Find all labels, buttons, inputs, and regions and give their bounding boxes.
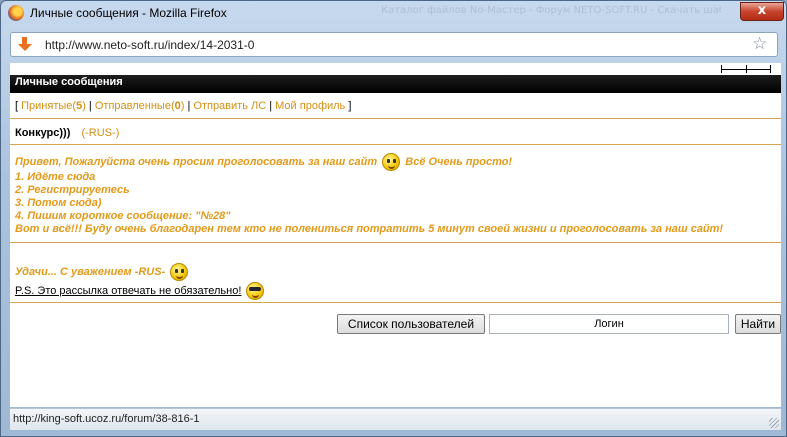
status-bar: http://king-soft.ucoz.ru/forum/38-816-1 — [10, 408, 781, 430]
message-text: Всё Очень просто! — [405, 155, 513, 168]
message-step: 1. Идёте сюда — [15, 171, 96, 183]
subject-author-link[interactable]: (-RUS-) — [81, 127, 119, 139]
status-url: http://king-soft.ucoz.ru/forum/38-816-1 — [13, 413, 200, 425]
user-list-button[interactable]: Список пользователей — [337, 314, 485, 334]
browser-window: Личные сообщения - Mozilla Firefox Катал… — [0, 0, 787, 437]
message-step: 3. Потом сюда) — [15, 197, 102, 209]
nav-send-link[interactable]: Отправить ЛС — [193, 100, 266, 112]
regards-text: Удачи... С уважением -RUS- — [15, 265, 166, 278]
page-content: Личные сообщения [ Принятые(5) | Отправл… — [10, 63, 781, 407]
message-regards: Удачи... С уважением -RUS- — [15, 263, 190, 281]
smiley-icon — [382, 153, 401, 171]
nav-inbox-label: Принятые — [21, 100, 73, 112]
nav-profile-link[interactable]: Мой профиль — [275, 100, 345, 112]
divider — [10, 302, 781, 303]
message-subject: Конкурс))) (-RUS-) — [15, 127, 119, 139]
message-closing: Вот и всё!!! Буду очень благодарен тем к… — [15, 223, 724, 235]
background-window-text: Каталог файлов No-Мастер - Форум NETO-SO… — [381, 5, 721, 16]
nav-separator: | — [85, 100, 95, 112]
ps-line: P.S. Это рассылка отвечать не обязательн… — [15, 282, 266, 300]
message-text: Привет, Пожалуйста очень просим проголос… — [15, 155, 378, 168]
window-title: Личные сообщения - Mozilla Firefox — [30, 6, 227, 20]
message-step: 2. Регистрируетесь — [15, 184, 130, 196]
close-window-button[interactable]: x — [740, 2, 784, 21]
download-arrow-icon — [17, 36, 33, 52]
nav-inbox-count: 5 — [76, 100, 83, 112]
resize-handle[interactable] — [721, 65, 771, 73]
nav-outbox-count: 0 — [174, 100, 181, 112]
wink-smiley-icon — [170, 263, 189, 281]
divider — [10, 144, 781, 145]
title-bar: Личные сообщения - Mozilla Firefox Катал… — [1, 1, 787, 27]
address-bar[interactable]: http://www.neto-soft.ru/index/14-2031-0 … — [10, 32, 778, 57]
pm-navigation: [ Принятые(5) | Отправленные(0) | Отправ… — [15, 100, 351, 112]
ps-text: P.S. Это рассылка отвечать не обязательн… — [15, 284, 242, 297]
url-text: http://www.neto-soft.ru/index/14-2031-0 — [45, 38, 255, 52]
message-line: Привет, Пожалуйста очень просим проголос… — [15, 153, 512, 171]
nav-outbox-link[interactable]: Отправленные(0) — [95, 100, 185, 112]
nav-separator: | — [266, 100, 276, 112]
divider — [10, 242, 781, 243]
bookmark-star-icon[interactable]: ☆ — [752, 34, 767, 54]
find-button[interactable]: Найти — [735, 314, 781, 334]
nav-outbox-label: Отправленные — [94, 100, 171, 112]
resize-grip-icon[interactable] — [769, 418, 779, 428]
cool-smiley-icon — [246, 282, 265, 300]
nav-inbox-link[interactable]: Принятые(5) — [21, 100, 86, 112]
divider — [10, 118, 781, 119]
nav-close-bracket: ] — [345, 100, 352, 112]
login-input[interactable]: Логин — [489, 314, 729, 334]
author-name: -RUS- — [85, 127, 116, 139]
subject-title: Конкурс))) — [15, 127, 71, 139]
page-header: Личные сообщения — [10, 63, 781, 93]
firefox-icon — [8, 5, 24, 21]
page-title: Личные сообщения — [15, 76, 123, 88]
message-step: 4. Пишим короткое сообщение: "№28" — [15, 210, 231, 222]
